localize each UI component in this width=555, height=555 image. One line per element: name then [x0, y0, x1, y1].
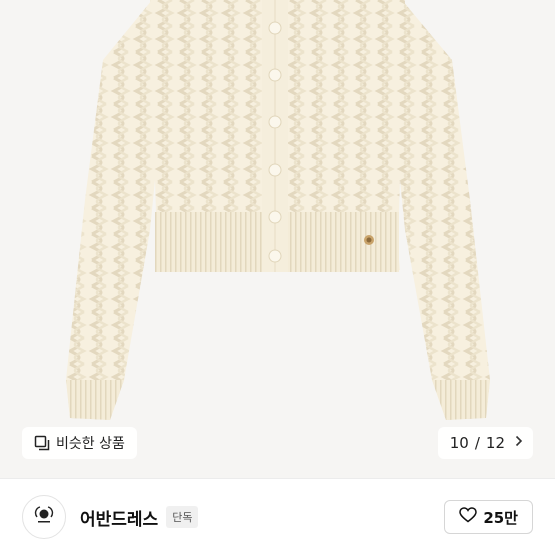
product-image[interactable]	[0, 0, 555, 478]
copy-icon	[34, 435, 50, 451]
avatar[interactable]	[22, 495, 66, 539]
pager-total: 12	[485, 434, 505, 452]
image-pager[interactable]: 10 / 12	[437, 427, 533, 459]
similar-products-button[interactable]: 비슷한 상품	[22, 427, 137, 459]
like-count: 25만	[483, 508, 518, 527]
heart-icon	[459, 507, 478, 527]
pager-separator: /	[474, 434, 480, 452]
seller-name[interactable]: 어반드레스	[80, 505, 158, 530]
exclusive-badge: 단독	[166, 506, 199, 528]
cardigan-photo	[66, 0, 490, 420]
like-button[interactable]: 25만	[444, 500, 533, 534]
seller-row: 어반드레스 단독 25만	[0, 479, 555, 555]
similar-products-label: 비슷한 상품	[56, 436, 125, 452]
chevron-right-icon	[515, 435, 523, 451]
brand-logo-icon	[31, 502, 57, 532]
pager-current: 10	[449, 434, 469, 452]
